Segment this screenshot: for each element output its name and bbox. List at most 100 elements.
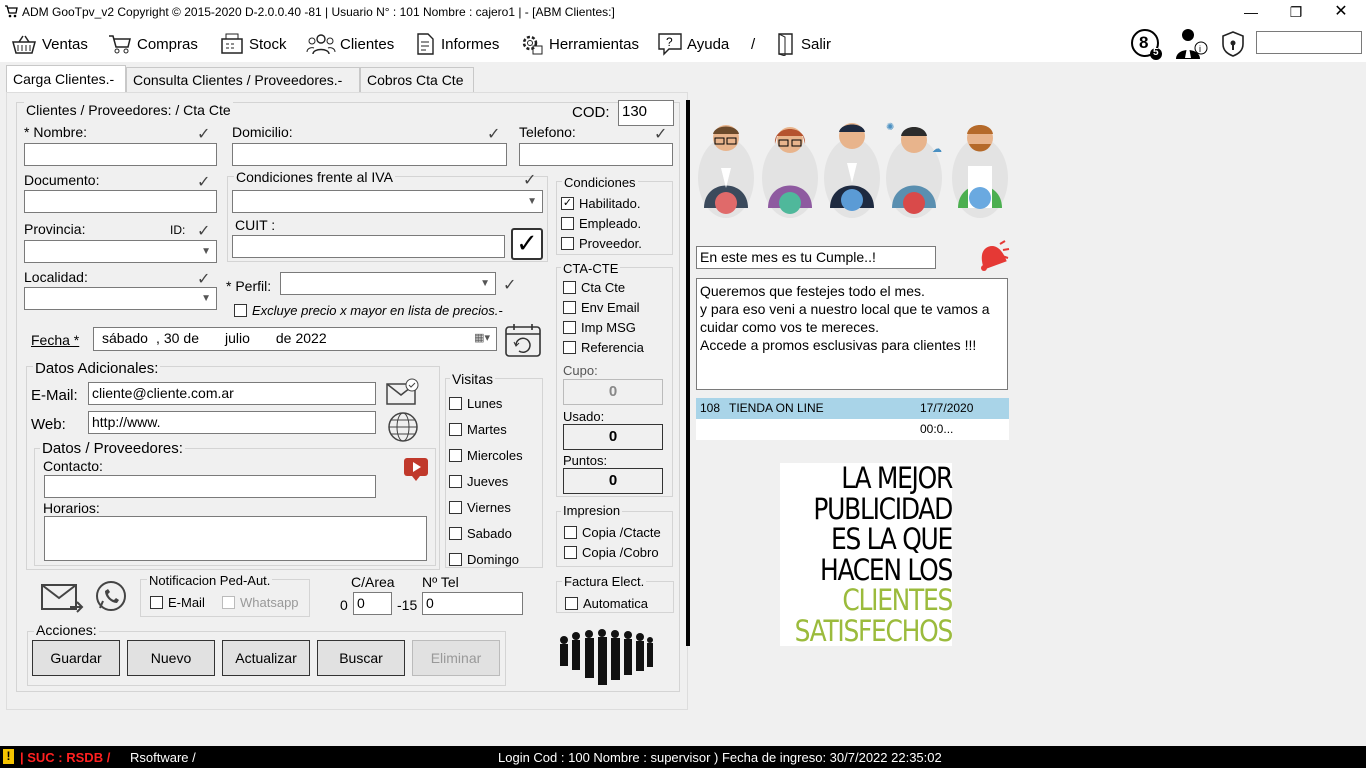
guardar-button[interactable]: Guardar xyxy=(32,640,120,676)
calendar-refresh-icon[interactable] xyxy=(504,322,542,358)
cond-label: Empleado. xyxy=(579,215,642,231)
close-button[interactable]: ✕ xyxy=(1318,0,1364,24)
visita-domingo[interactable]: Domingo xyxy=(449,546,523,572)
area-label: C/Area xyxy=(351,574,395,590)
menu-clientes[interactable]: Clientes xyxy=(306,32,394,56)
fecha-anio: 2022 xyxy=(295,330,327,346)
top-search-input[interactable] xyxy=(1256,31,1362,54)
excluye-checkbox[interactable]: Excluye precio x mayor en lista de preci… xyxy=(234,301,503,319)
cumple-field[interactable]: En este mes es tu Cumple..! xyxy=(696,246,936,269)
shield-icon[interactable] xyxy=(1220,30,1246,58)
checkbox-box[interactable] xyxy=(449,448,462,462)
cuit-field[interactable] xyxy=(232,235,505,258)
menu-ayuda[interactable]: ? Ayuda xyxy=(657,32,729,56)
fecha-date-picker[interactable]: sábado , 30 de julio de 2022 ▦▾ xyxy=(93,327,497,351)
copia-cobro-checkbox[interactable]: Copia /Cobro xyxy=(564,542,661,562)
checkbox-box[interactable] xyxy=(561,216,574,230)
horarios-textarea[interactable] xyxy=(44,516,427,561)
checkbox-box[interactable] xyxy=(449,526,462,540)
video-play-icon[interactable] xyxy=(403,456,429,482)
message-textarea[interactable]: Queremos que festejes todo el mes. y par… xyxy=(696,278,1008,390)
menu-informes[interactable]: Informes xyxy=(413,32,499,56)
cod-field[interactable]: 130 xyxy=(618,100,674,126)
perfil-dropdown[interactable]: ▼ xyxy=(280,272,496,295)
provincia-dropdown[interactable]: ▼ xyxy=(24,240,217,263)
area-field[interactable]: 0 xyxy=(353,592,392,615)
calendar-dropdown-icon[interactable]: ▦▾ xyxy=(474,331,490,344)
tab-cobros-cta-cte[interactable]: Cobros Cta Cte xyxy=(360,67,474,92)
whatsapp-icon[interactable] xyxy=(93,579,129,615)
checkbox-box[interactable] xyxy=(561,236,574,250)
visita-sabado[interactable]: Sabado xyxy=(449,520,523,546)
checkbox-box[interactable] xyxy=(563,300,576,314)
visita-miercoles[interactable]: Miercoles xyxy=(449,442,523,468)
nuevo-button[interactable]: Nuevo xyxy=(127,640,215,676)
referencia-checkbox[interactable]: Referencia xyxy=(563,337,644,357)
checkbox-box[interactable] xyxy=(449,500,462,514)
telefono-field[interactable] xyxy=(519,143,673,166)
tab-consulta-clientes[interactable]: Consulta Clientes / Proveedores.- xyxy=(126,67,360,92)
verify-cuit-check-icon[interactable]: ✓ xyxy=(511,228,543,260)
visitas-title: Visitas xyxy=(450,371,495,387)
checkbox-box[interactable] xyxy=(449,396,462,410)
copia-ctacte-checkbox[interactable]: Copia /Ctacte xyxy=(564,522,661,542)
checkbox-box[interactable] xyxy=(150,595,163,609)
usado-label: Usado: xyxy=(563,409,605,424)
nombre-field[interactable] xyxy=(24,143,217,166)
menu-label: Salir xyxy=(801,35,832,53)
web-field[interactable]: http://www. xyxy=(88,411,376,434)
menu-salir[interactable]: Salir xyxy=(775,32,831,56)
checkbox-box[interactable] xyxy=(563,320,576,334)
domicilio-field[interactable] xyxy=(232,143,507,166)
email-field[interactable]: cliente@cliente.com.ar xyxy=(88,382,376,405)
contacto-field[interactable] xyxy=(44,475,376,498)
menu-stock[interactable]: Stock xyxy=(219,32,287,56)
checkbox-box[interactable] xyxy=(449,552,462,566)
localidad-dropdown[interactable]: ▼ xyxy=(24,287,217,310)
checkbox-box[interactable] xyxy=(234,303,247,317)
visita-jueves[interactable]: Jueves xyxy=(449,468,523,494)
env-email-checkbox[interactable]: Env Email xyxy=(563,297,644,317)
actualizar-button[interactable]: Actualizar xyxy=(222,640,310,676)
bell-icon[interactable] xyxy=(970,240,1010,274)
visita-martes[interactable]: Martes xyxy=(449,416,523,442)
table-row[interactable]: 108 TIENDA ON LINE 17/7/2020 00:0... xyxy=(696,398,1009,436)
checkbox-box[interactable] xyxy=(563,340,576,354)
tab-carga-clientes[interactable]: Carga Clientes.- xyxy=(6,65,126,92)
mail-send-icon[interactable] xyxy=(40,581,84,615)
globe-icon[interactable] xyxy=(387,411,419,443)
notif-email-checkbox[interactable]: E-Mail xyxy=(150,593,205,611)
visita-viernes[interactable]: Viernes xyxy=(449,494,523,520)
checkbox-box[interactable] xyxy=(564,525,577,539)
automatica-label: Automatica xyxy=(583,595,649,611)
habilitado-checkbox[interactable]: ✓ Habilitado. xyxy=(561,193,642,213)
minimize-button[interactable]: — xyxy=(1228,0,1274,24)
checkbox-box[interactable]: ✓ xyxy=(561,196,574,210)
checkbox-box[interactable] xyxy=(565,596,578,610)
cond-label: Habilitado. xyxy=(579,195,641,211)
user-info-icon[interactable]: i xyxy=(1172,26,1212,60)
checkbox-box[interactable] xyxy=(449,422,462,436)
menu-ventas[interactable]: Ventas xyxy=(10,32,88,56)
menu-compras[interactable]: Compras xyxy=(107,32,198,56)
row-id: 108 xyxy=(700,401,721,415)
imp-msg-checkbox[interactable]: Imp MSG xyxy=(563,317,644,337)
row-name: TIENDA ON LINE xyxy=(729,401,824,415)
empleado-checkbox[interactable]: Empleado. xyxy=(561,213,642,233)
ctacte-checkbox[interactable]: Cta Cte xyxy=(563,277,644,297)
notifications-badge-icon[interactable]: 8 5 xyxy=(1130,28,1164,60)
menu-herramientas[interactable]: Herramientas xyxy=(519,32,639,56)
checkbox-box[interactable] xyxy=(449,474,462,488)
iva-dropdown[interactable]: ▼ xyxy=(232,190,543,213)
checkbox-box[interactable] xyxy=(563,280,576,294)
buscar-button[interactable]: Buscar xyxy=(317,640,405,676)
send-email-icon[interactable] xyxy=(385,377,421,407)
automatica-checkbox[interactable]: Automatica xyxy=(565,594,648,612)
proveedor-checkbox[interactable]: Proveedor. xyxy=(561,233,642,253)
visita-lunes[interactable]: Lunes xyxy=(449,390,523,416)
perfil-label: * Perfil: xyxy=(226,278,272,294)
checkbox-box[interactable] xyxy=(564,545,577,559)
numtel-field[interactable]: 0 xyxy=(422,592,523,615)
documento-field[interactable] xyxy=(24,190,217,213)
restore-button[interactable]: ❐ xyxy=(1273,0,1319,24)
